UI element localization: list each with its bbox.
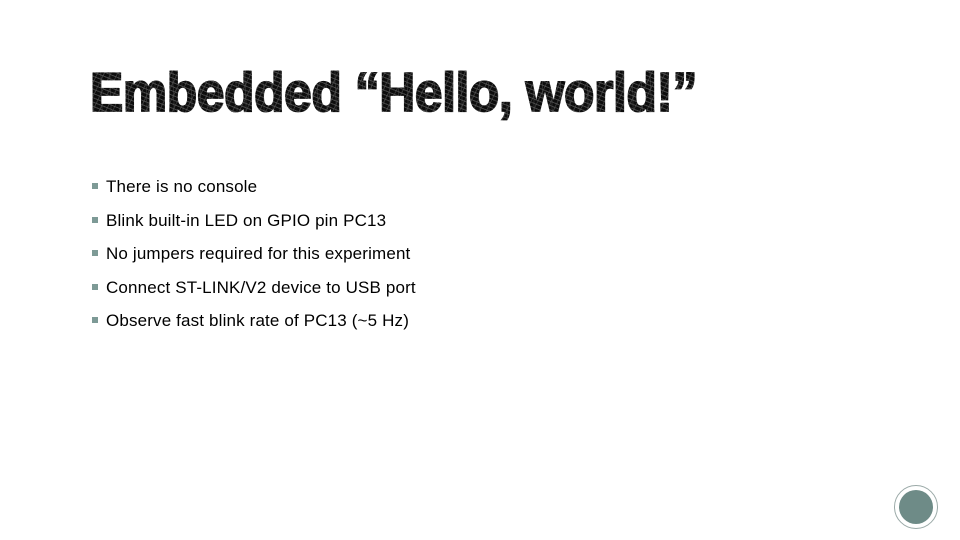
square-bullet-icon bbox=[92, 250, 98, 256]
circle-inner-disc bbox=[899, 490, 933, 524]
page-title: Embedded “Hello, world!” bbox=[89, 61, 698, 124]
list-item-label: Blink built-in LED on GPIO pin PC13 bbox=[106, 210, 387, 230]
list-item-label: Connect ST-LINK/V2 device to USB port bbox=[106, 277, 416, 297]
list-item: There is no console bbox=[90, 170, 850, 204]
list-item-label: There is no console bbox=[106, 177, 258, 196]
square-bullet-icon bbox=[92, 183, 98, 189]
bullet-list: There is no console Blink built-in LED o… bbox=[90, 170, 850, 338]
list-item-label: Observe fast blink rate of PC13 (~5 Hz) bbox=[106, 311, 410, 330]
title-block: Embedded “Hello, world!” bbox=[89, 61, 890, 124]
square-bullet-icon bbox=[92, 216, 98, 223]
list-item: Observe fast blink rate of PC13 (~5 Hz) bbox=[90, 304, 850, 338]
square-bullet-icon bbox=[92, 283, 98, 290]
list-item-label: No jumpers required for this experiment bbox=[106, 244, 411, 263]
square-bullet-icon bbox=[92, 317, 98, 323]
corner-circle-decoration bbox=[894, 485, 938, 529]
list-item: Blink built-in LED on GPIO pin PC13 bbox=[90, 204, 850, 238]
list-item: Connect ST-LINK/V2 device to USB port bbox=[90, 271, 850, 305]
list-item: No jumpers required for this experiment bbox=[90, 237, 850, 271]
slide-canvas: Embedded “Hello, world!” There is no con… bbox=[0, 0, 960, 540]
